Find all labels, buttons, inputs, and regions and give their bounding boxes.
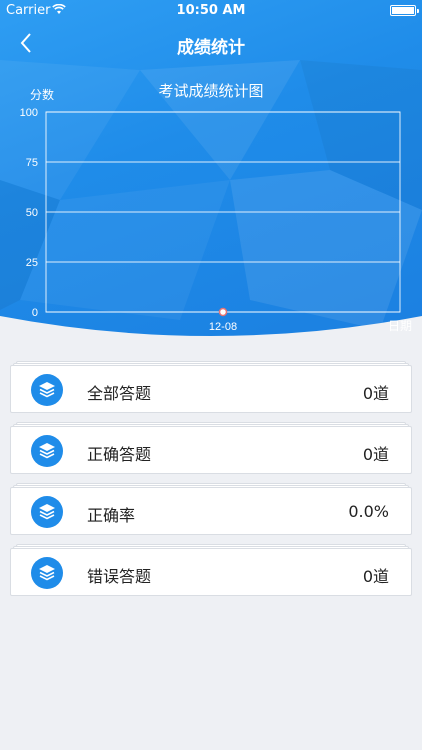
stat-card-body: 正确答题 0道	[10, 426, 412, 474]
layers-icon	[31, 557, 63, 589]
stats-list: 全部答题 0道 正确答题 0道 正确率 0.0% 错误答题 0道	[10, 361, 412, 609]
data-point	[218, 307, 228, 317]
layers-icon	[31, 496, 63, 528]
stat-card[interactable]: 全部答题 0道	[10, 361, 412, 413]
stat-card-body: 全部答题 0道	[10, 365, 412, 413]
stat-card[interactable]: 错误答题 0道	[10, 544, 412, 596]
y-tick-label: 0	[32, 307, 38, 319]
y-tick-label: 75	[26, 157, 38, 169]
y-tick-label: 50	[26, 207, 38, 219]
stat-label: 全部答题	[87, 384, 152, 403]
stat-label: 错误答题	[87, 567, 152, 586]
stat-value: 0道	[362, 445, 389, 464]
stat-label: 正确率	[87, 506, 136, 525]
stat-card[interactable]: 正确答题 0道	[10, 422, 412, 474]
y-tick-label: 25	[26, 257, 38, 269]
stat-label: 正确答题	[87, 445, 152, 464]
layers-icon	[31, 435, 63, 467]
layers-icon	[31, 374, 63, 406]
stat-value: 0.0%	[348, 502, 389, 521]
stat-card-body: 错误答题 0道	[10, 548, 412, 596]
stat-card[interactable]: 正确率 0.0%	[10, 483, 412, 535]
y-tick-label: 100	[20, 107, 38, 119]
x-tick-label: 12-08	[209, 321, 237, 333]
stat-value: 0道	[362, 567, 389, 586]
score-chart: 0 25 50 75 100 12-08	[20, 107, 401, 333]
stat-card-body: 正确率 0.0%	[10, 487, 412, 535]
stat-value: 0道	[362, 384, 389, 403]
